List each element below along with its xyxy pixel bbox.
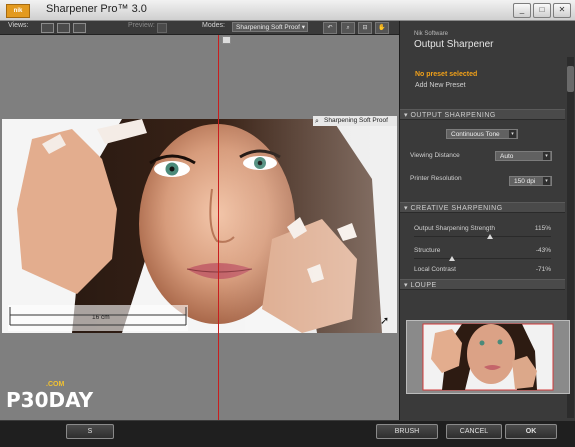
zoom-icon[interactable]: ⌕ bbox=[341, 22, 355, 34]
zoom-out-icon[interactable]: ⊟ bbox=[358, 22, 372, 34]
title-bar: nik Sharpener Pro™ 3.0 _ □ ✕ bbox=[0, 0, 575, 21]
maximize-button[interactable]: □ bbox=[533, 3, 551, 18]
printer-resolution-value: 150 dpi bbox=[514, 178, 536, 185]
loupe-preview[interactable] bbox=[406, 320, 570, 394]
structure-row: Structure -43% bbox=[414, 247, 551, 254]
watermark-top: .COM bbox=[46, 381, 65, 388]
cancel-button[interactable]: CANCEL bbox=[446, 424, 502, 439]
section-creative-sharpening[interactable]: ▾ CREATIVE SHARPENING bbox=[400, 202, 565, 213]
add-preset-link[interactable]: Add New Preset bbox=[415, 82, 466, 89]
slider-value: 115% bbox=[534, 225, 551, 232]
chevron-down-icon: ▾ bbox=[301, 24, 305, 31]
single-view-icon[interactable] bbox=[41, 23, 54, 33]
slider-label: Output Sharpening Strength bbox=[414, 225, 495, 232]
modes-label: Modes: bbox=[202, 22, 225, 29]
printer-resolution-label: Printer Resolution bbox=[410, 175, 462, 182]
preset-status: No preset selected bbox=[415, 71, 478, 78]
chevron-down-icon: ▾ bbox=[543, 152, 550, 160]
output-sharpening-strength-slider[interactable] bbox=[414, 236, 551, 237]
slider-label: Structure bbox=[414, 247, 441, 254]
slider-value: -71% bbox=[535, 266, 551, 273]
soft-proof-label-text: Sharpening Soft Proof bbox=[324, 117, 388, 124]
side-by-side-view-icon[interactable] bbox=[73, 23, 86, 33]
magnifier-icon: ⌕ bbox=[315, 118, 319, 125]
hand-tool-icon[interactable]: ✋ bbox=[375, 22, 389, 34]
chevron-down-icon: ▾ bbox=[543, 177, 550, 185]
slider-value: -43% bbox=[535, 247, 551, 254]
slider-thumb[interactable] bbox=[487, 234, 493, 239]
printer-resolution-select[interactable]: 150 dpi ▾ bbox=[509, 176, 552, 186]
close-button[interactable]: ✕ bbox=[553, 3, 571, 18]
split-handle[interactable] bbox=[222, 36, 231, 44]
mode-select-value: Sharpening Soft Proof bbox=[236, 24, 300, 31]
preview-checkbox[interactable] bbox=[157, 23, 167, 33]
output-sharpening-strength-row: Output Sharpening Strength 115% bbox=[414, 225, 551, 232]
ruler-label: 16 cm bbox=[92, 314, 110, 321]
viewing-distance-value: Auto bbox=[500, 153, 514, 160]
slider-thumb[interactable] bbox=[449, 256, 455, 261]
section-output-sharpening[interactable]: ▾ OUTPUT SHARPENING bbox=[400, 109, 565, 120]
left-action-button[interactable]: S bbox=[66, 424, 114, 439]
viewing-distance-select[interactable]: Auto ▾ bbox=[495, 151, 552, 161]
split-view-icon[interactable] bbox=[57, 23, 70, 33]
minimize-button[interactable]: _ bbox=[513, 3, 531, 18]
chevron-down-icon: ▾ bbox=[509, 130, 516, 138]
mode-select[interactable]: Sharpening Soft Proof ▾ bbox=[232, 22, 308, 32]
nik-logo: nik bbox=[6, 4, 30, 18]
output-type-value: Continuous Tone bbox=[451, 131, 500, 138]
watermark-main: P30DAY bbox=[6, 388, 94, 412]
view-toolbar: Views: Preview: Modes: Sharpening Soft P… bbox=[0, 21, 399, 35]
portrait-image bbox=[2, 119, 397, 333]
structure-slider[interactable] bbox=[414, 258, 551, 259]
output-type-select[interactable]: Continuous Tone ▾ bbox=[446, 129, 518, 139]
window-controls: _ □ ✕ bbox=[513, 3, 571, 18]
window-title: Sharpener Pro™ 3.0 bbox=[46, 3, 147, 15]
local-contrast-row: Local Contrast -71% bbox=[414, 266, 551, 273]
split-preview-line[interactable] bbox=[218, 35, 219, 420]
soft-proof-label: ⌕ Sharpening Soft Proof bbox=[313, 116, 397, 126]
panel-scroll-thumb[interactable] bbox=[567, 66, 574, 92]
preview-image[interactable] bbox=[2, 119, 397, 333]
panel-title: Output Sharpener bbox=[414, 39, 494, 50]
brush-button[interactable]: BRUSH bbox=[376, 424, 438, 439]
slider-label: Local Contrast bbox=[414, 266, 456, 273]
preview-label: Preview: bbox=[128, 22, 155, 29]
views-label: Views: bbox=[8, 22, 29, 29]
loupe-image bbox=[407, 321, 569, 393]
viewing-distance-label: Viewing Distance bbox=[410, 152, 460, 159]
watermark: .COM P30DAY bbox=[4, 379, 104, 421]
vendor-label: Nik Software bbox=[414, 31, 449, 37]
mouse-cursor-icon: ➚ bbox=[380, 315, 390, 327]
section-loupe[interactable]: ▾ LOUPE bbox=[400, 279, 565, 290]
ok-button[interactable]: OK bbox=[505, 424, 557, 439]
undo-icon[interactable]: ↶ bbox=[323, 22, 337, 34]
